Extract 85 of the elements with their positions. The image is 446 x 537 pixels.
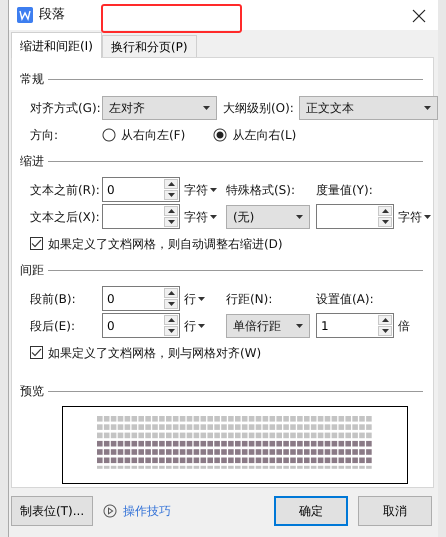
caret-icon xyxy=(168,302,174,306)
dropdown[interactable]: 正文文本 xyxy=(299,96,438,120)
spin-up-button[interactable] xyxy=(378,315,392,325)
field-label: 大纲级别(O): xyxy=(223,100,295,116)
checkbox-label[interactable]: 如果定义了文档网格，则与网格对齐(W) xyxy=(48,344,262,362)
dropdown[interactable]: 单倍行距 xyxy=(226,314,310,338)
field-label: 方向: xyxy=(30,126,60,144)
dropdown[interactable]: (无) xyxy=(226,204,310,228)
field-label: 设置值(A): xyxy=(316,290,375,308)
up-arrow-icon xyxy=(168,209,174,213)
spin-up-button[interactable] xyxy=(164,179,178,189)
caret-icon xyxy=(168,329,174,333)
play-icon xyxy=(103,504,118,518)
spin-down-button[interactable] xyxy=(164,217,178,227)
section-heading: 缩进 xyxy=(20,153,44,170)
field-label: 对齐方式(G): xyxy=(30,100,102,116)
spin-field[interactable] xyxy=(102,204,180,229)
checkbox[interactable] xyxy=(30,346,43,359)
field-label: 文本之后(X): xyxy=(30,208,101,226)
radio-label[interactable]: 从左向右(L) xyxy=(232,126,296,144)
number-field[interactable]: 0 xyxy=(103,288,163,308)
caret-icon xyxy=(382,220,388,224)
field-label: 特殊格式(S): xyxy=(226,182,296,198)
spin-field[interactable]: 0 xyxy=(102,313,180,338)
app-icon xyxy=(17,7,33,23)
spin-up-button[interactable] xyxy=(164,206,178,216)
field-label: 行距(N): xyxy=(226,290,274,308)
tab[interactable]: 换行和分页(P) xyxy=(102,35,197,57)
up-arrow-icon xyxy=(168,318,174,322)
spin-down-button[interactable] xyxy=(164,326,178,336)
number-field[interactable]: 0 xyxy=(103,180,163,200)
dropdown[interactable]: 左对齐 xyxy=(102,96,217,120)
unit-label: 倍 xyxy=(398,318,410,334)
unit-dropdown[interactable]: 行 xyxy=(184,316,205,334)
caret-icon xyxy=(296,324,303,328)
unit-dropdown[interactable]: 行 xyxy=(184,290,205,308)
spin-down-button[interactable] xyxy=(164,299,178,309)
spin-down-button[interactable] xyxy=(378,217,392,227)
caret-icon xyxy=(198,296,205,300)
section-heading: 预览 xyxy=(20,383,44,400)
up-arrow-icon xyxy=(382,209,388,213)
up-arrow-icon xyxy=(168,182,174,186)
spin-field[interactable]: 0 xyxy=(102,286,180,311)
tips-link[interactable]: 操作技巧 xyxy=(103,502,172,520)
checkbox-label[interactable]: 如果定义了文档网格，则自动调整右缩进(D) xyxy=(48,234,283,252)
caret-icon xyxy=(203,106,210,110)
unit-dropdown[interactable]: 字符 xyxy=(398,208,431,226)
spin-field[interactable]: 1 xyxy=(316,313,394,338)
caret-icon xyxy=(424,106,431,110)
tab-stops-button[interactable]: 制表位(T)... xyxy=(11,496,94,526)
field-label: 文本之前(R): xyxy=(30,182,101,198)
number-field[interactable]: 0 xyxy=(103,316,163,336)
cancel-button[interactable]: 取消 xyxy=(358,496,432,526)
up-arrow-icon xyxy=(382,318,388,322)
radio-label[interactable]: 从右向左(F) xyxy=(121,126,186,144)
unit-dropdown[interactable]: 字符 xyxy=(184,208,217,226)
unit-dropdown[interactable]: 字符 xyxy=(184,180,217,198)
caret-icon xyxy=(210,214,217,218)
tab[interactable]: 缩进和间距(I) xyxy=(11,32,102,58)
window-title: 段落 xyxy=(39,6,65,24)
field-label: 段前(B): xyxy=(30,290,77,308)
spin-down-button[interactable] xyxy=(378,326,392,336)
caret-icon xyxy=(424,214,431,218)
spin-field[interactable] xyxy=(316,204,394,229)
spin-up-button[interactable] xyxy=(164,315,178,325)
spin-up-button[interactable] xyxy=(378,206,392,216)
ok-button[interactable]: 确定 xyxy=(274,496,348,526)
spin-down-button[interactable] xyxy=(164,190,178,200)
up-arrow-icon xyxy=(168,291,174,295)
checkbox[interactable] xyxy=(30,237,43,250)
section-heading: 间距 xyxy=(20,262,44,279)
field-label: 度量值(Y): xyxy=(316,182,374,198)
caret-icon xyxy=(168,220,174,224)
field-label: 段后(E): xyxy=(30,318,76,334)
number-field[interactable]: 1 xyxy=(317,316,377,336)
section-heading: 常规 xyxy=(20,71,44,88)
spin-field[interactable]: 0 xyxy=(102,177,180,202)
caret-icon xyxy=(296,214,303,218)
caret-icon xyxy=(382,329,388,333)
spin-up-button[interactable] xyxy=(164,288,178,298)
caret-icon xyxy=(198,324,205,328)
radio-button[interactable] xyxy=(102,128,116,142)
caret-icon xyxy=(210,188,217,192)
caret-icon xyxy=(168,193,174,197)
radio-button[interactable] xyxy=(213,128,228,142)
